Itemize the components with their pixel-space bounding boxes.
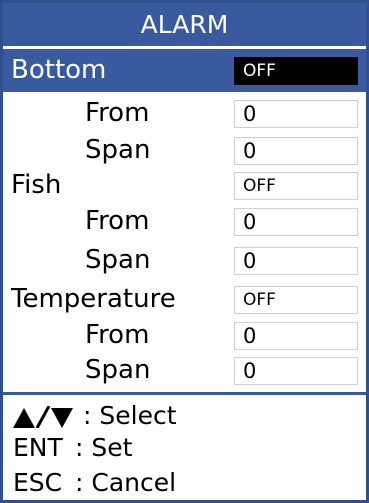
up-down-arrows-icon [13,406,73,428]
bottom-span-value[interactable]: 0 [234,137,358,165]
help-select-text: : Select [83,401,177,430]
help-divider [3,392,366,395]
menu-row-fish-from[interactable]: From 0 [3,200,366,243]
bottom-alarm-value[interactable]: OFF [234,57,358,85]
ent-key-label: ENT [13,433,63,462]
temperature-span-value[interactable]: 0 [234,357,358,385]
menu-row-fish-span[interactable]: Span 0 [3,239,366,282]
help-set-text: : Set [75,433,133,462]
menu-row-label: From [85,206,150,236]
bottom-from-value[interactable]: 0 [234,100,358,128]
fish-span-value[interactable]: 0 [234,247,358,275]
menu-row-label: Span [85,355,151,385]
esc-key-label: ESC [13,468,63,497]
fish-from-value[interactable]: 0 [234,208,358,236]
alarm-menu-window: ALARM Bottom OFF From 0 Span 0 Fish OFF … [0,0,369,503]
temperature-from-value[interactable]: 0 [234,322,358,350]
menu-row-label: Span [85,245,151,275]
window-title: ALARM [3,3,366,46]
fish-alarm-value[interactable]: OFF [234,172,358,200]
temperature-alarm-value[interactable]: OFF [234,286,358,314]
help-cancel-text: : Cancel [75,468,177,497]
menu-row-temperature-span[interactable]: Span 0 [3,349,366,392]
menu-row-label: Bottom [11,55,107,85]
menu-row-bottom[interactable]: Bottom OFF [3,49,366,92]
